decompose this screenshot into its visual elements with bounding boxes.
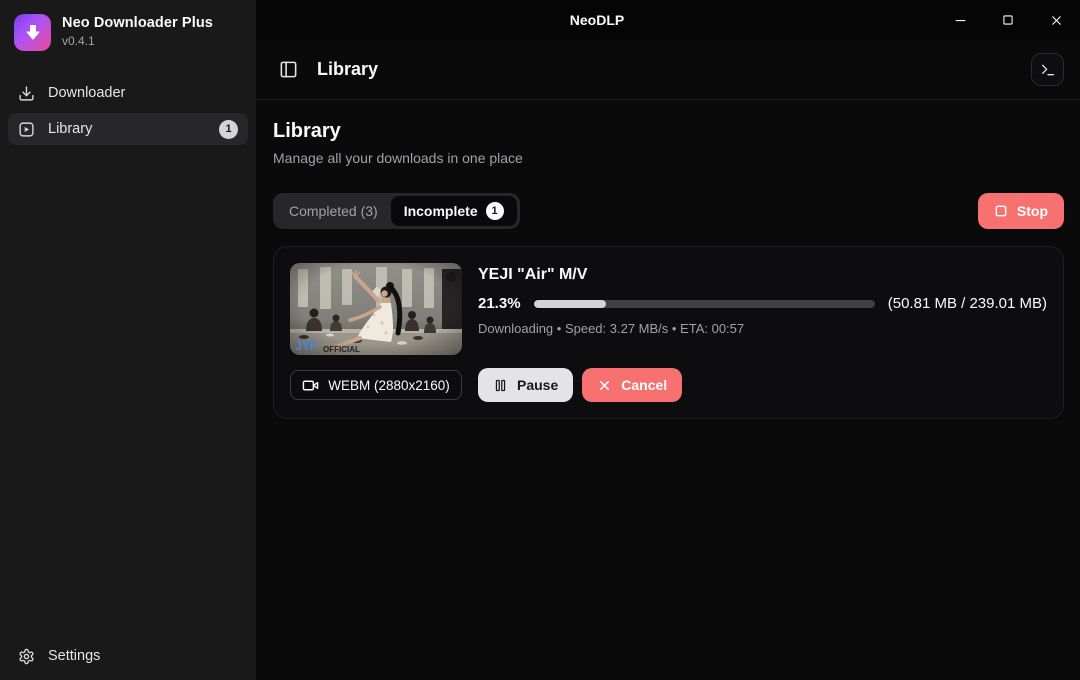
sidebar-item-downloader[interactable]: Downloader [8, 77, 248, 109]
window-title: NeoDLP [570, 12, 624, 28]
page-subtitle: Manage all your downloads in one place [273, 150, 1064, 166]
sidebar-toggle-button[interactable] [273, 55, 303, 85]
format-badge: WEBM (2880x2160) [290, 370, 462, 400]
tab-label: Incomplete [404, 203, 478, 219]
terminal-icon [1040, 62, 1056, 78]
download-info: YEJI "Air" M/V 21.3% (50.81 MB / 239.01 … [478, 263, 1047, 355]
sidebar-item-settings[interactable]: Settings [8, 640, 248, 672]
maximize-button[interactable] [984, 0, 1032, 40]
stop-icon [994, 204, 1008, 218]
minimize-icon [953, 13, 968, 28]
incomplete-count-badge: 1 [486, 202, 504, 220]
download-arrow-icon [22, 22, 44, 44]
app-logo-icon [14, 14, 51, 51]
sidebar-footer: Settings [8, 640, 248, 672]
download-title: YEJI "Air" M/V [478, 266, 1047, 284]
watermark-brand: JYP [295, 339, 317, 353]
stop-button-label: Stop [1017, 203, 1048, 219]
page-header: Library [256, 40, 1080, 100]
progress-row: 21.3% (50.81 MB / 239.01 MB) [478, 295, 1047, 312]
app-brand-text: Neo Downloader Plus v0.4.1 [62, 14, 213, 48]
download-size: (50.81 MB / 239.01 MB) [888, 295, 1047, 312]
cancel-button[interactable]: Cancel [582, 368, 682, 402]
pause-button[interactable]: Pause [478, 368, 573, 402]
main-region: NeoDLP Library Library Manage all your d… [256, 0, 1080, 680]
progress-bar [534, 300, 875, 308]
sidebar-nav: Downloader Library 1 [8, 77, 248, 145]
sidebar-item-label: Downloader [48, 85, 125, 101]
app-name: Neo Downloader Plus [62, 15, 213, 31]
close-button[interactable] [1032, 0, 1080, 40]
window-titlebar: NeoDLP [256, 0, 1080, 40]
pause-icon [493, 378, 508, 393]
app-version: v0.4.1 [62, 34, 213, 48]
sidebar-item-label: Library [48, 121, 92, 137]
sidebar-item-library[interactable]: Library 1 [8, 113, 248, 145]
square-play-icon [18, 121, 35, 138]
stop-button[interactable]: Stop [978, 193, 1064, 229]
download-status: Downloading • Speed: 3.27 MB/s • ETA: 00… [478, 321, 1047, 336]
x-icon [597, 378, 612, 393]
video-icon [302, 377, 319, 394]
pause-button-label: Pause [517, 377, 558, 393]
panel-left-icon [279, 60, 298, 79]
maximize-icon [1001, 13, 1015, 27]
terminal-button[interactable] [1031, 53, 1064, 86]
close-icon [1049, 13, 1064, 28]
library-toolbar: Completed (3) Incomplete 1 Stop [273, 193, 1064, 229]
gear-icon [18, 648, 35, 665]
progress-percent: 21.3% [478, 295, 521, 312]
library-count-badge: 1 [219, 120, 238, 139]
app-brand: Neo Downloader Plus v0.4.1 [8, 14, 248, 51]
header-title: Library [317, 59, 378, 80]
thumbnail-art: JYP OFFICIAL [290, 263, 462, 355]
tab-label: Completed (3) [289, 203, 378, 219]
tab-incomplete[interactable]: Incomplete 1 [391, 196, 517, 226]
download-card: JYP OFFICIAL YEJI "Air" M/V 21.3% (50.81… [273, 246, 1064, 419]
video-thumbnail: JYP OFFICIAL [290, 263, 462, 355]
page-content: Library Manage all your downloads in one… [256, 100, 1080, 419]
sidebar: Neo Downloader Plus v0.4.1 Downloader Li… [0, 0, 256, 680]
tab-completed[interactable]: Completed (3) [276, 196, 391, 226]
cancel-button-label: Cancel [621, 377, 667, 393]
minimize-button[interactable] [936, 0, 984, 40]
tab-group: Completed (3) Incomplete 1 [273, 193, 520, 229]
settings-label: Settings [48, 648, 100, 664]
format-label: WEBM (2880x2160) [328, 378, 450, 393]
download-actions: Pause Cancel [478, 368, 1047, 402]
download-icon [18, 85, 35, 102]
progress-fill [534, 300, 607, 308]
page-title: Library [273, 120, 1064, 143]
watermark-text: OFFICIAL [323, 345, 360, 354]
